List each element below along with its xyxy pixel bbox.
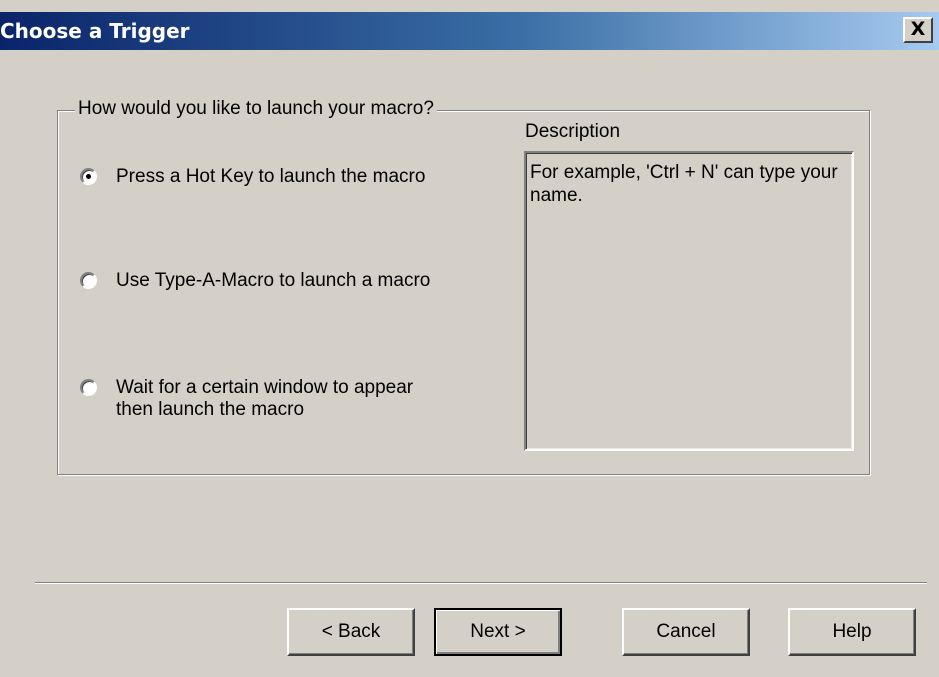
group-legend: How would you like to launch your macro? [75, 98, 437, 120]
radio-option-type-a-macro[interactable]: Use Type-A-Macro to launch a macro [80, 270, 430, 292]
description-box: For example, 'Ctrl + N' can type your na… [524, 151, 854, 451]
radio-unchecked-icon[interactable] [80, 379, 97, 396]
close-button[interactable]: X [903, 17, 933, 43]
radio-unchecked-icon[interactable] [80, 272, 97, 289]
footer-separator [35, 582, 927, 584]
close-icon: X [910, 18, 926, 40]
radio-option-wait-window[interactable]: Wait for a certain window to appear then… [80, 377, 413, 421]
radio-label-type-a-macro: Use Type-A-Macro to launch a macro [116, 270, 431, 291]
radio-checked-icon[interactable] [80, 168, 97, 185]
radio-option-hotkey[interactable]: Press a Hot Key to launch the macro [80, 166, 425, 188]
radio-label-wait-window: Wait for a certain window to appear then… [116, 377, 414, 420]
back-button[interactable]: < Back [287, 608, 415, 656]
description-text: For example, 'Ctrl + N' can type your na… [530, 162, 838, 206]
cancel-button[interactable]: Cancel [622, 608, 750, 656]
next-button[interactable]: Next > [434, 608, 562, 656]
description-label: Description [525, 121, 621, 142]
title-bar: Choose a Trigger X [0, 12, 939, 50]
radio-label-hotkey: Press a Hot Key to launch the macro [116, 166, 426, 187]
window-title: Choose a Trigger [0, 19, 190, 43]
help-button[interactable]: Help [788, 608, 916, 656]
